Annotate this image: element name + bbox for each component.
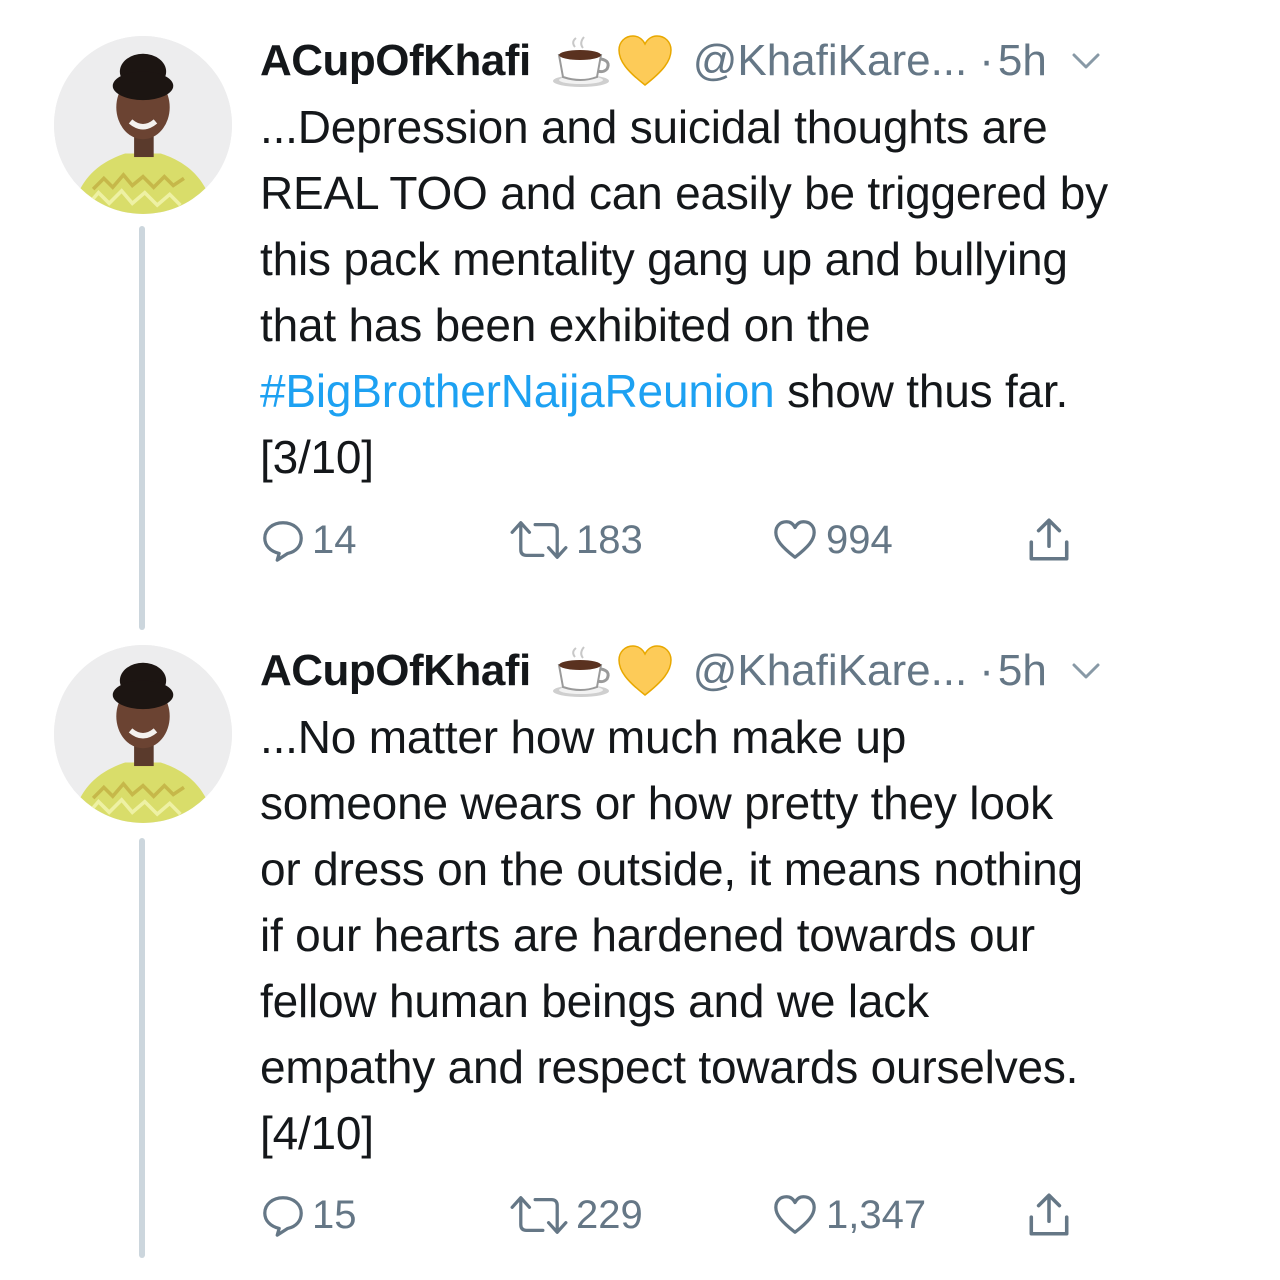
thread-connector-line: [139, 838, 145, 1258]
speech-bubble-icon: [260, 1192, 306, 1238]
timestamp[interactable]: 5h: [998, 36, 1047, 86]
share-upload-icon: [1024, 1190, 1074, 1240]
share-button[interactable]: [1024, 515, 1074, 565]
coffee-cup-icon: [549, 33, 613, 89]
timestamp[interactable]: 5h: [998, 646, 1047, 696]
reply-button[interactable]: 14: [260, 517, 508, 563]
retweet-button[interactable]: 229: [508, 1192, 770, 1238]
avatar[interactable]: [54, 36, 232, 214]
display-name[interactable]: ACupOfKhafi: [260, 36, 531, 86]
heart-outline-icon: [770, 1192, 820, 1238]
retweet-count: 183: [576, 517, 643, 562]
retweet-button[interactable]: 183: [508, 517, 770, 563]
user-handle[interactable]: @KhafiKare...: [693, 646, 968, 696]
retweet-count: 229: [576, 1192, 643, 1237]
like-count: 1,347: [826, 1192, 927, 1237]
separator-dot: ·: [979, 646, 994, 695]
tweet-text: ...Depression and suicidal thoughts are …: [260, 94, 1240, 490]
reply-count: 15: [312, 1192, 357, 1237]
tweet-content: ACupOfKhafi @KhafiKare... · 5h ...Depres…: [260, 28, 1240, 490]
share-button[interactable]: [1024, 1190, 1074, 1240]
like-count: 994: [826, 517, 893, 562]
like-button[interactable]: 994: [770, 517, 1024, 563]
hashtag-link[interactable]: #BigBrotherNaijaReunion: [260, 365, 775, 417]
thread-connector-line: [139, 226, 145, 630]
retweet-icon: [508, 1192, 570, 1238]
avatar[interactable]: [54, 645, 232, 823]
yellow-heart-icon: [615, 33, 675, 89]
heart-outline-icon: [770, 517, 820, 563]
tweet-content: ACupOfKhafi @KhafiKare... · 5h ...No mat…: [260, 638, 1240, 1166]
tweet-actions: 15 229 1,347: [260, 1185, 1074, 1245]
profile-photo-icon: [54, 36, 232, 214]
tweet-header: ACupOfKhafi @KhafiKare... · 5h: [260, 638, 1240, 704]
tweet-text: ...No matter how much make up someone we…: [260, 711, 1083, 1159]
chevron-down-icon[interactable]: [1071, 51, 1101, 71]
retweet-icon: [508, 517, 570, 563]
speech-bubble-icon: [260, 517, 306, 563]
tweet-actions: 14 183 994: [260, 510, 1074, 570]
coffee-cup-icon: [549, 643, 613, 699]
tweet-text-part: ...Depression and suicidal thoughts are …: [260, 101, 1108, 351]
yellow-heart-icon: [615, 643, 675, 699]
tweet-header: ACupOfKhafi @KhafiKare... · 5h: [260, 28, 1240, 94]
reply-button[interactable]: 15: [260, 1192, 508, 1238]
profile-photo-icon: [54, 645, 232, 823]
tweet[interactable]: ACupOfKhafi @KhafiKare... · 5h ...Depres…: [0, 0, 1280, 630]
user-handle[interactable]: @KhafiKare...: [693, 36, 968, 86]
separator-dot: ·: [979, 36, 994, 85]
display-name[interactable]: ACupOfKhafi: [260, 646, 531, 696]
reply-count: 14: [312, 517, 357, 562]
tweet[interactable]: ACupOfKhafi @KhafiKare... · 5h ...No mat…: [0, 630, 1280, 1280]
chevron-down-icon[interactable]: [1071, 661, 1101, 681]
share-upload-icon: [1024, 515, 1074, 565]
like-button[interactable]: 1,347: [770, 1192, 1024, 1238]
